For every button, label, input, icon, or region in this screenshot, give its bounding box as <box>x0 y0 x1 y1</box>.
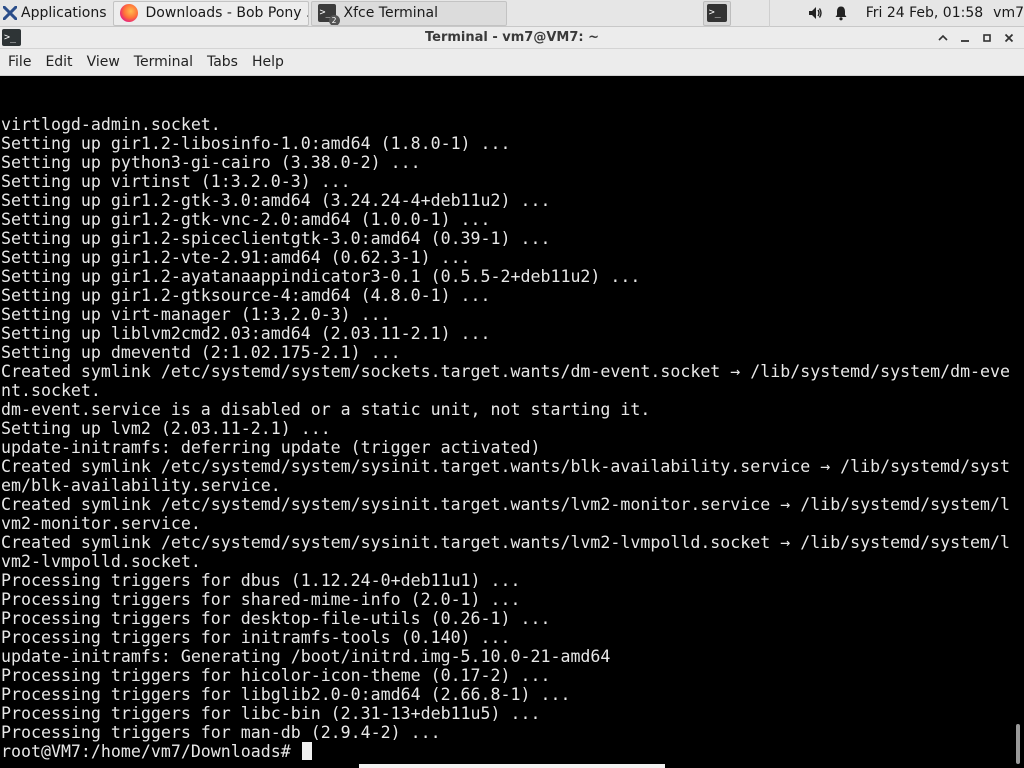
terminal-line: Processing triggers for shared-mime-info… <box>1 590 521 609</box>
minimize-button[interactable] <box>954 27 976 49</box>
taskbar-item-title: Xfce Terminal <box>343 5 438 21</box>
terminal-line: Setting up gir1.2-gtk-vnc-2.0:amd64 (1.0… <box>1 210 491 229</box>
xfce-logo-icon <box>3 6 17 20</box>
terminal-launcher-button[interactable]: >_ <box>702 0 731 26</box>
terminal-line: Setting up gir1.2-ayatanaappindicator3-0… <box>1 267 641 286</box>
terminal-line: Created symlink /etc/systemd/system/sysi… <box>1 457 1011 476</box>
taskbar-item-firefox[interactable]: Downloads - Bob Pony ... <box>112 0 309 26</box>
applications-menu-button[interactable]: Applications <box>0 0 111 27</box>
terminal-line: vm2-monitor.service. <box>1 514 201 533</box>
terminal-line: Setting up gir1.2-libosinfo-1.0:amd64 (1… <box>1 134 511 153</box>
terminal-line: update-initramfs: Generating /boot/initr… <box>1 647 611 666</box>
terminal-line: Setting up gir1.2-spiceclientgtk-3.0:amd… <box>1 229 551 248</box>
terminal-line: dm-event.service is a disabled or a stat… <box>1 400 651 419</box>
menubar: File Edit View Terminal Tabs Help <box>0 49 1024 76</box>
terminal-line: Created symlink /etc/systemd/system/sock… <box>1 362 1011 381</box>
terminal-line: Processing triggers for initramfs-tools … <box>1 628 511 647</box>
maximize-button[interactable] <box>976 27 998 49</box>
terminal-line: update-initramfs: deferring update (trig… <box>1 438 541 457</box>
terminal-line: Processing triggers for man-db (2.9.4-2)… <box>1 723 441 742</box>
taskbar-item-terminal[interactable]: >_ 2 Xfce Terminal <box>310 0 507 26</box>
clock[interactable]: Fri 24 Feb, 01:58 <box>866 5 983 21</box>
terminal-line: Setting up gir1.2-gtk-3.0:amd64 (3.24.24… <box>1 191 551 210</box>
terminal-line: Setting up dmeventd (2:1.02.175-2.1) ... <box>1 343 401 362</box>
menu-help[interactable]: Help <box>245 49 291 76</box>
terminal-line: Setting up liblvm2cmd2.03:amd64 (2.03.11… <box>1 324 491 343</box>
firefox-icon <box>119 4 138 22</box>
terminal-line: Processing triggers for libglib2.0-0:amd… <box>1 685 571 704</box>
scrollbar-thumb[interactable] <box>1016 724 1020 764</box>
taskbar-item-title: Downloads - Bob Pony ... <box>145 5 309 21</box>
maximize-icon <box>983 34 991 42</box>
chevron-up-icon <box>938 34 948 41</box>
window-title: Terminal - vm7@VM7: ~ <box>424 30 600 45</box>
terminal-line: virtlogd-admin.socket. <box>1 115 221 134</box>
menu-view[interactable]: View <box>80 49 127 76</box>
terminal-line: Created symlink /etc/systemd/system/sysi… <box>1 533 1011 552</box>
window-controls <box>932 27 1020 49</box>
bottom-edge-indicator <box>359 764 665 768</box>
menu-file[interactable]: File <box>0 49 38 76</box>
terminal-prompt-line[interactable]: root@VM7:/home/vm7/Downloads# <box>1 742 1010 761</box>
close-icon <box>1004 33 1014 43</box>
window-count-badge: 2 <box>328 15 340 25</box>
text-cursor <box>301 742 312 760</box>
notification-bell-icon[interactable] <box>830 2 852 24</box>
terminal-line: Setting up gir1.2-vte-2.91:amd64 (0.62.3… <box>1 248 471 267</box>
menu-terminal[interactable]: Terminal <box>127 49 200 76</box>
terminal-line: Processing triggers for hicolor-icon-the… <box>1 666 551 685</box>
terminal-line: Setting up virt-manager (1:3.2.0-3) ... <box>1 305 391 324</box>
terminal-line: Created symlink /etc/systemd/system/sysi… <box>1 495 1011 514</box>
shell-prompt: root@VM7:/home/vm7/Downloads# <box>1 742 301 761</box>
volume-icon[interactable] <box>804 2 826 24</box>
terminal-line: Setting up gir1.2-gtksource-4:amd64 (4.8… <box>1 286 491 305</box>
terminal-icon: >_ <box>706 4 727 22</box>
terminal-line: Processing triggers for desktop-file-uti… <box>1 609 551 628</box>
terminal-line: em/blk-availability.service. <box>1 476 281 495</box>
maximize-up-button[interactable] <box>932 27 954 49</box>
user-menu[interactable]: vm7 <box>993 5 1024 21</box>
close-button[interactable] <box>998 27 1020 49</box>
top-panel: Applications Downloads - Bob Pony ... >_… <box>0 0 1024 27</box>
terminal-line: Setting up virtinst (1:3.2.0-3) ... <box>1 172 351 191</box>
terminal-line: Processing triggers for dbus (1.12.24-0+… <box>1 571 521 590</box>
menu-edit[interactable]: Edit <box>38 49 79 76</box>
minimize-icon <box>961 40 969 42</box>
terminal-icon: >_ 2 <box>317 4 340 25</box>
terminal-line: Setting up python3-gi-cairo (3.38.0-2) .… <box>1 153 421 172</box>
terminal-line: Processing triggers for libc-bin (2.31-1… <box>1 704 541 723</box>
terminal-lines: virtlogd-admin.socket. Setting up gir1.2-… <box>1 77 1010 761</box>
panel-separator <box>768 0 770 27</box>
terminal-output[interactable]: virtlogd-admin.socket. Setting up gir1.2-… <box>0 76 1012 768</box>
terminal-line: Setting up lvm2 (2.03.11-2.1) ... <box>1 419 331 438</box>
terminal-scrollbar[interactable] <box>1012 76 1024 768</box>
terminal-line: vm2-lvmpolld.socket. <box>1 552 201 571</box>
menu-tabs[interactable]: Tabs <box>200 49 245 76</box>
window-titlebar[interactable]: >_ Terminal - vm7@VM7: ~ <box>0 27 1024 49</box>
terminal-line: nt.socket. <box>1 381 101 400</box>
applications-label: Applications <box>21 5 107 21</box>
